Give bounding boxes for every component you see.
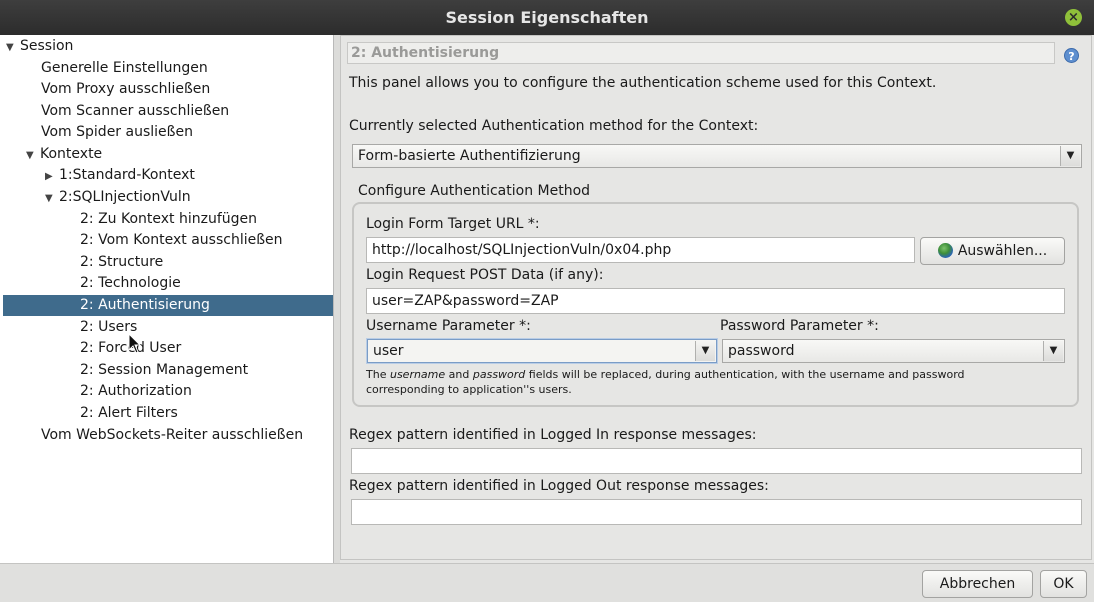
expand-icon[interactable]: ▶ (45, 166, 59, 187)
username-param-label: Username Parameter *: (366, 318, 531, 334)
logged-out-regex-input[interactable] (351, 499, 1082, 525)
logged-in-regex-input[interactable] (351, 448, 1082, 474)
tree-item-general-settings[interactable]: Generelle Einstellungen (41, 58, 208, 79)
tree-item-exclude-context[interactable]: 2: Vom Kontext ausschließen (80, 230, 283, 251)
tree-item-default-context[interactable]: ▶ 1:Standard-Kontext (45, 165, 195, 186)
auth-method-label: Currently selected Authentication method… (349, 118, 759, 134)
password-param-select[interactable]: password ▼ (722, 339, 1065, 363)
globe-icon (937, 243, 953, 258)
tree-item-exclude-websockets[interactable]: Vom WebSockets-Reiter ausschließen (41, 425, 303, 446)
tree-item-include-context[interactable]: 2: Zu Kontext hinzufügen (80, 209, 257, 230)
login-url-input[interactable]: http://localhost/SQLInjectionVuln/0x04.p… (366, 237, 915, 263)
auth-method-select[interactable]: Form-basierte Authentifizierung ▼ (352, 144, 1082, 168)
mouse-cursor-icon (128, 333, 142, 354)
close-icon[interactable]: × (1065, 9, 1082, 26)
chevron-down-icon[interactable]: ▼ (695, 341, 715, 361)
logged-out-label: Regex pattern identified in Logged Out r… (349, 478, 769, 494)
auth-method-value: Form-basierte Authentifizierung (358, 148, 581, 164)
username-param-select[interactable]: user ▼ (367, 339, 717, 363)
tree-item-sqlinjection-context[interactable]: ▼ 2:SQLInjectionVuln (45, 187, 191, 208)
select-url-button[interactable]: Auswählen... (920, 237, 1065, 265)
collapse-icon[interactable]: ▼ (6, 37, 20, 58)
username-param-value: user (373, 343, 404, 359)
password-param-label: Password Parameter *: (720, 318, 879, 334)
tree-item-exclude-scanner[interactable]: Vom Scanner ausschließen (41, 101, 229, 122)
configure-auth-group-label: Configure Authentication Method (357, 183, 592, 199)
param-note-line2: corresponding to application''s users. (366, 383, 572, 396)
help-icon[interactable]: ? (1064, 48, 1079, 63)
collapse-icon[interactable]: ▼ (26, 145, 40, 166)
panel-description: This panel allows you to configure the a… (349, 75, 937, 91)
cancel-button[interactable]: Abbrechen (922, 570, 1033, 598)
post-data-label: Login Request POST Data (if any): (366, 267, 604, 283)
tree-item-technology[interactable]: 2: Technologie (80, 273, 181, 294)
login-url-label: Login Form Target URL *: (366, 216, 540, 232)
tree-item-authorization[interactable]: 2: Authorization (80, 381, 192, 402)
tree-item-exclude-proxy[interactable]: Vom Proxy ausschließen (41, 79, 210, 100)
tree-item-authentication[interactable]: 2: Authentisierung (3, 295, 333, 316)
logged-in-label: Regex pattern identified in Logged In re… (349, 427, 757, 443)
tree-item-structure[interactable]: 2: Structure (80, 252, 163, 273)
session-tree: ▼ Session Generelle Einstellungen Vom Pro… (0, 35, 334, 563)
tree-item-exclude-spider[interactable]: Vom Spider ausließen (41, 122, 193, 143)
post-data-input[interactable]: user=ZAP&password=ZAP (366, 288, 1065, 314)
chevron-down-icon[interactable]: ▼ (1060, 146, 1080, 166)
tree-item-session[interactable]: ▼ Session (6, 36, 73, 57)
panel-title: 2: Authentisierung (347, 42, 1055, 64)
tree-item-contexts[interactable]: ▼ Kontexte (26, 144, 102, 165)
password-param-value: password (728, 343, 795, 359)
chevron-down-icon[interactable]: ▼ (1043, 341, 1063, 361)
ok-button[interactable]: OK (1040, 570, 1087, 598)
window-titlebar: Session Eigenschaften × (0, 0, 1094, 35)
window-title: Session Eigenschaften (445, 8, 649, 27)
collapse-icon[interactable]: ▼ (45, 188, 59, 209)
tree-item-alert-filters[interactable]: 2: Alert Filters (80, 403, 178, 424)
param-note-line1: The username and password fields will be… (366, 368, 965, 381)
tree-item-session-management[interactable]: 2: Session Management (80, 360, 248, 381)
